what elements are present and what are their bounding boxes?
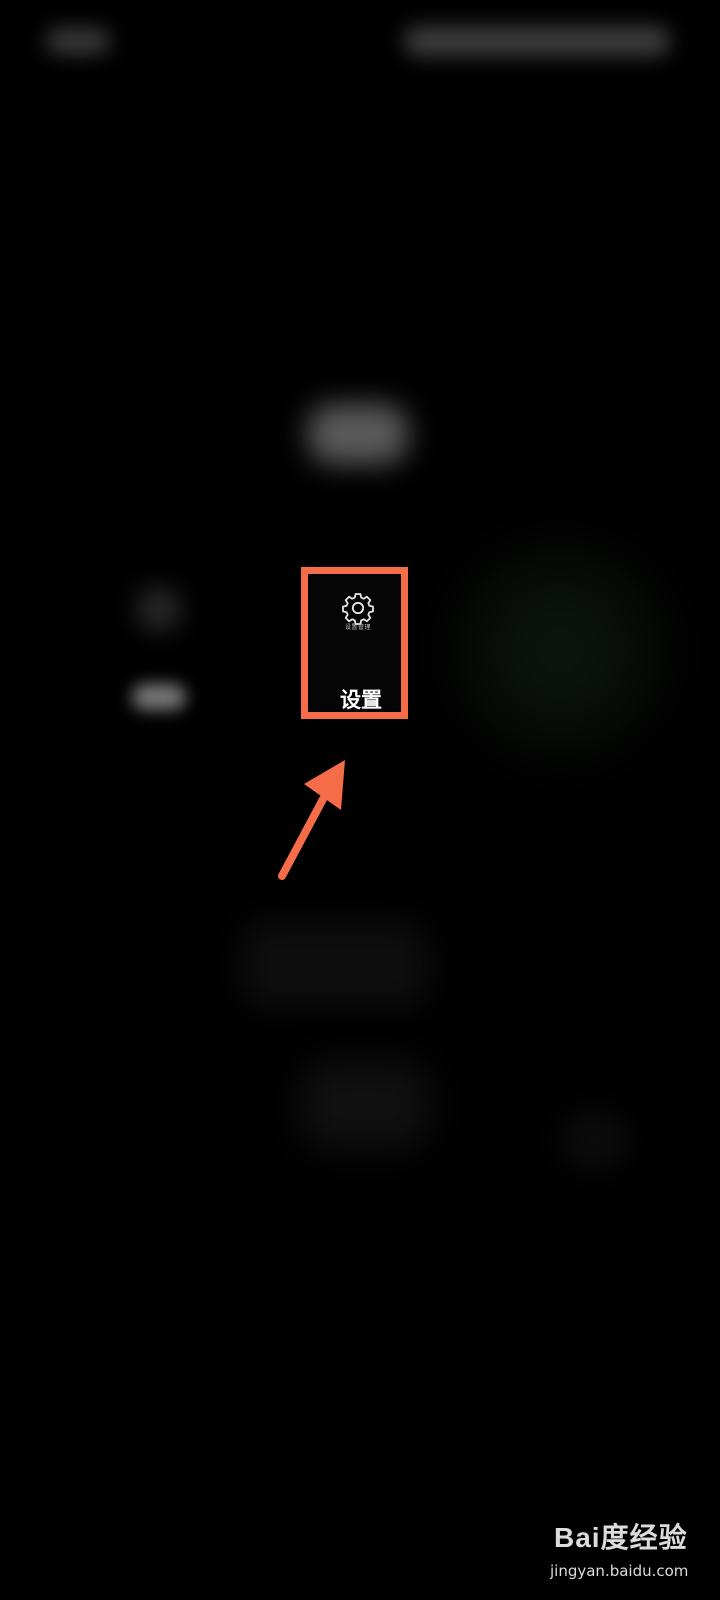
blurred-app-middle	[240, 920, 430, 1010]
status-bar-left-blurred	[46, 28, 110, 54]
blurred-app-right-green	[440, 520, 680, 780]
blurred-app-lower	[300, 1060, 430, 1150]
baidu-jingyan-watermark: Bai度经验 jingyan.baidu.com	[550, 1520, 710, 1590]
pointer-arrow	[278, 760, 345, 880]
highlight-box	[301, 567, 408, 719]
blurred-app-left-icon	[136, 586, 182, 632]
watermark-logo: Bai度经验	[554, 1522, 688, 1553]
status-bar-right-blurred	[404, 26, 670, 56]
blurred-app-left-label	[132, 684, 186, 710]
blurred-app-right-low	[560, 1110, 630, 1170]
watermark-url: jingyan.baidu.com	[550, 1562, 689, 1580]
blurred-app-top	[308, 404, 408, 464]
